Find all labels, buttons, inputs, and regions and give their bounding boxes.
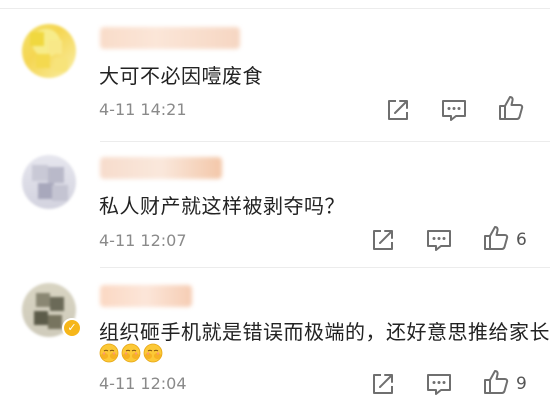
comment-icon[interactable] [440, 96, 468, 124]
thumbs-up-icon[interactable] [482, 368, 510, 396]
like-count: 9 [516, 374, 527, 394]
comment-time: 4-11 14:21 [99, 100, 187, 119]
username[interactable] [100, 157, 222, 179]
username[interactable] [100, 285, 192, 307]
comment-text: 私人财产就这样被剥夺吗？ [99, 194, 345, 218]
like-count: 6 [516, 230, 527, 250]
comment-icon[interactable] [425, 226, 453, 254]
comment-icon[interactable] [425, 370, 453, 398]
divider [100, 267, 550, 268]
share-icon[interactable] [369, 226, 397, 254]
avatar[interactable] [22, 24, 76, 78]
emoji-row [99, 343, 163, 363]
divider [100, 141, 550, 142]
comment-text: 组织砸手机就是错误而极端的，还好意思推给家长 [99, 320, 550, 344]
cover-face-emoji [121, 343, 141, 363]
cover-face-emoji [143, 343, 163, 363]
cover-face-emoji [99, 343, 119, 363]
thumbs-up-icon[interactable] [497, 94, 525, 122]
comment-time: 4-11 12:04 [99, 374, 187, 393]
comment-text: 大可不必因噎废食 [99, 64, 263, 88]
comment-time: 4-11 12:07 [99, 231, 187, 250]
username[interactable] [100, 27, 240, 49]
thumbs-up-icon[interactable] [482, 224, 510, 252]
share-icon[interactable] [384, 96, 412, 124]
top-divider [0, 0, 550, 9]
verified-badge-icon: ✓ [62, 318, 82, 338]
avatar[interactable] [22, 155, 76, 209]
share-icon[interactable] [369, 370, 397, 398]
